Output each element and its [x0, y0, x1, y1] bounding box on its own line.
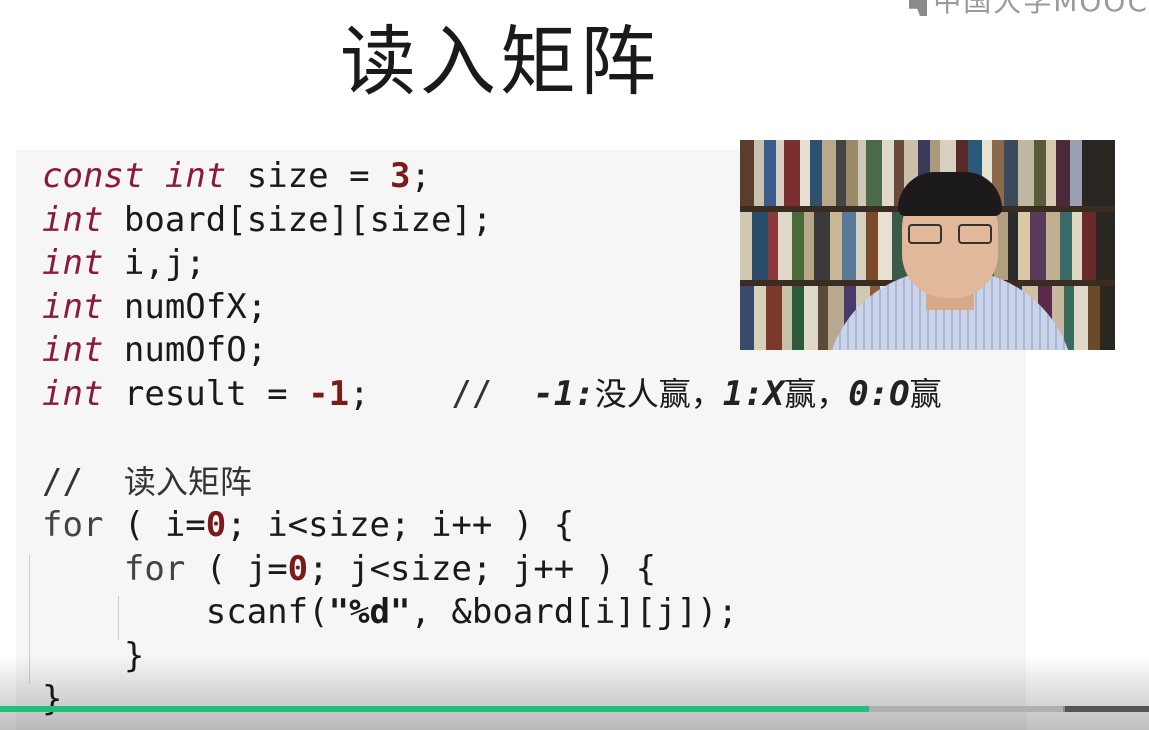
- code-text: ( j=: [185, 549, 288, 589]
- code-text: i,j;: [103, 243, 206, 283]
- presenter-hair: [898, 172, 1002, 216]
- number-literal: 3: [390, 156, 411, 196]
- code-text: size =: [226, 156, 391, 196]
- comment: //: [369, 374, 534, 414]
- code-text: ;: [410, 156, 431, 196]
- code-text: scanf(: [205, 592, 329, 632]
- code-text: ;: [349, 374, 370, 414]
- keyword: int: [42, 200, 104, 240]
- keyword: int: [164, 156, 227, 196]
- number-literal: 0: [287, 549, 309, 589]
- number-literal: 0: [205, 505, 227, 545]
- keyword: int: [42, 374, 104, 414]
- progress-played: [0, 706, 869, 712]
- keyword: int: [42, 287, 104, 327]
- string-literal: "%d": [328, 592, 411, 632]
- code-text: numOfO;: [103, 330, 268, 370]
- code-text: ( i=: [103, 505, 206, 545]
- code-text: ; j<size; j++ ) {: [308, 549, 657, 589]
- comment-text: 赢，: [784, 375, 849, 413]
- mooc-logo-icon: [909, 0, 928, 16]
- comment-text: 赢: [909, 375, 942, 413]
- comment-text: 读入矩阵: [123, 463, 252, 501]
- logo-text: 中国大学MOOC: [933, 0, 1149, 18]
- video-progress-bar[interactable]: [0, 706, 1149, 712]
- comment-text: 没人赢，: [594, 375, 723, 413]
- progress-remaining: [1065, 706, 1149, 712]
- code-line-5: int numOfO;: [42, 328, 267, 372]
- keyword: int: [42, 330, 104, 370]
- slide-title: 读入矩阵: [340, 17, 660, 106]
- code-line-6: int result = -1; // -1:没人赢，1:X赢，0:O赢: [42, 372, 942, 416]
- comment: //: [42, 462, 124, 502]
- code-line-11: scanf("%d", &board[i][j]);: [42, 590, 738, 634]
- code-line-2: int board[size][size];: [42, 198, 492, 242]
- code-line-3: int i,j;: [42, 241, 206, 285]
- code-text: board[size][size];: [103, 200, 493, 240]
- code-line-1: const int size = 3;: [42, 154, 431, 198]
- code-line-4: int numOfX;: [42, 285, 267, 329]
- code-text: , &board[i][j]);: [410, 592, 738, 632]
- keyword: int: [42, 243, 104, 283]
- code-line-10: for ( j=0; j<size; j++ ) {: [42, 547, 656, 591]
- presenter-video-thumbnail[interactable]: [740, 140, 1115, 350]
- code-text: result =: [103, 374, 309, 414]
- comment-value: -1:: [533, 374, 595, 414]
- keyword: for: [123, 549, 186, 589]
- mooc-logo: 中国大学MOOC: [909, 0, 1149, 22]
- code-line-9: for ( i=0; i<size; i++ ) {: [42, 503, 574, 547]
- comment-value: 0:O: [848, 374, 910, 414]
- keyword: for: [42, 505, 104, 545]
- glasses: [908, 224, 992, 246]
- video-controls-shade: [0, 655, 1149, 730]
- code-text: numOfX;: [103, 287, 268, 327]
- keyword: const: [42, 156, 145, 196]
- code-line-8: // 读入矩阵: [42, 460, 252, 504]
- code-text: ; i<size; i++ ) {: [226, 505, 575, 545]
- number-literal: -1: [308, 374, 350, 414]
- comment-value: 1:X: [722, 374, 785, 414]
